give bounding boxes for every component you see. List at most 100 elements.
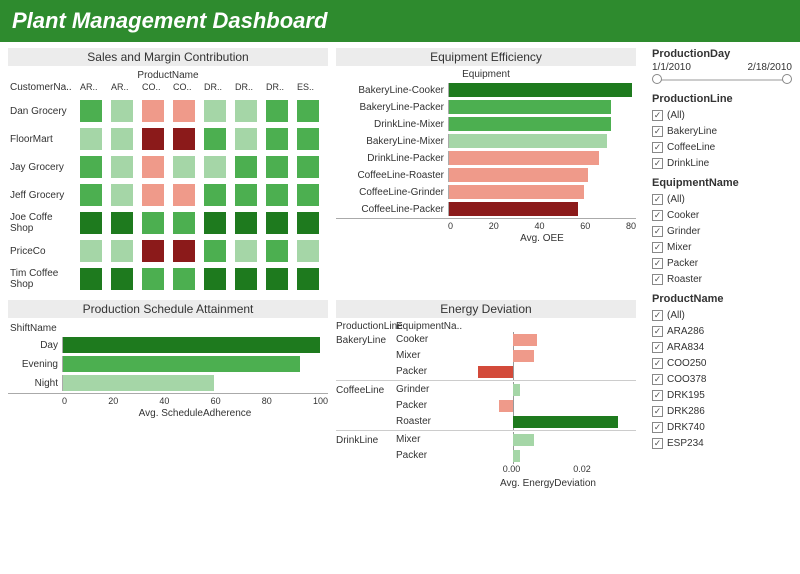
heatmap-col-header[interactable]: AR.. [80,82,107,96]
efficiency-row[interactable]: DrinkLine-Packer [336,150,636,166]
energy-row[interactable]: Mixer [336,348,636,363]
heatmap-cell[interactable] [173,268,195,290]
checkbox-icon[interactable]: ✓ [652,390,663,401]
heatmap-cell[interactable] [142,156,164,178]
heatmap-cell[interactable] [266,156,288,178]
efficiency-row[interactable]: BakeryLine-Mixer [336,133,636,149]
heatmap-cell[interactable] [173,128,195,150]
checkbox-icon[interactable]: ✓ [652,194,663,205]
filter-option[interactable]: ✓DRK286 [652,403,792,419]
heatmap-cell[interactable] [173,100,195,122]
energy-row[interactable]: DrinkLineMixer [336,432,636,447]
heatmap-row-header[interactable]: Jay Grocery [10,154,76,180]
filter-option[interactable]: ✓(All) [652,107,792,123]
heatmap-cell[interactable] [111,240,133,262]
heatmap-cell[interactable] [297,240,319,262]
heatmap-cell[interactable] [173,212,195,234]
filter-option[interactable]: ✓ARA834 [652,339,792,355]
schedule-row[interactable]: Night [8,374,328,392]
date-slider[interactable] [652,73,792,87]
heatmap-row-header[interactable]: Jeff Grocery [10,182,76,208]
heatmap-cell[interactable] [80,212,102,234]
filter-option[interactable]: ✓DRK195 [652,387,792,403]
filter-option[interactable]: ✓COO250 [652,355,792,371]
checkbox-icon[interactable]: ✓ [652,326,663,337]
efficiency-row[interactable]: CoffeeLine-Roaster [336,167,636,183]
heatmap-cell[interactable] [142,268,164,290]
checkbox-icon[interactable]: ✓ [652,310,663,321]
filter-option[interactable]: ✓DRK740 [652,419,792,435]
efficiency-bar[interactable] [449,185,584,199]
heatmap-row-header[interactable]: Tim Coffee Shop [10,266,76,292]
schedule-chart[interactable]: DayEveningNight [8,336,328,393]
heatmap-cell[interactable] [235,212,257,234]
filter-option[interactable]: ✓COO378 [652,371,792,387]
efficiency-row[interactable]: BakeryLine-Cooker [336,82,636,98]
filter-option[interactable]: ✓Roaster [652,271,792,287]
heatmap-cell[interactable] [204,212,226,234]
heatmap-cell[interactable] [111,268,133,290]
heatmap-cell[interactable] [111,100,133,122]
heatmap-col-header[interactable]: DR.. [266,82,293,96]
energy-row[interactable]: Packer [336,364,636,379]
heatmap-cell[interactable] [266,212,288,234]
heatmap-cell[interactable] [80,268,102,290]
energy-row[interactable]: Packer [336,448,636,463]
heatmap-row-header[interactable]: PriceCo [10,238,76,264]
heatmap-cell[interactable] [235,156,257,178]
energy-row[interactable]: CoffeeLineGrinder [336,382,636,397]
checkbox-icon[interactable]: ✓ [652,158,663,169]
efficiency-row[interactable]: CoffeeLine-Grinder [336,184,636,200]
checkbox-icon[interactable]: ✓ [652,142,663,153]
filter-option[interactable]: ✓Grinder [652,223,792,239]
heatmap-cell[interactable] [80,100,102,122]
energy-row[interactable]: Packer [336,398,636,413]
efficiency-bar[interactable] [449,134,607,148]
checkbox-icon[interactable]: ✓ [652,126,663,137]
checkbox-icon[interactable]: ✓ [652,242,663,253]
heatmap-cell[interactable] [142,128,164,150]
filter-option[interactable]: ✓ARA286 [652,323,792,339]
filter-option[interactable]: ✓(All) [652,191,792,207]
filter-option[interactable]: ✓DrinkLine [652,155,792,171]
heatmap-cell[interactable] [173,156,195,178]
energy-bar[interactable] [513,450,520,462]
filter-option[interactable]: ✓(All) [652,307,792,323]
schedule-row[interactable]: Evening [8,355,328,373]
checkbox-icon[interactable]: ✓ [652,358,663,369]
filter-option[interactable]: ✓ESP234 [652,435,792,451]
heatmap-cell[interactable] [204,100,226,122]
energy-row[interactable]: Roaster [336,414,636,429]
heatmap-cell[interactable] [204,268,226,290]
heatmap-cell[interactable] [297,128,319,150]
heatmap-col-header[interactable]: CO.. [173,82,200,96]
efficiency-bar[interactable] [449,117,611,131]
efficiency-bar[interactable] [449,100,611,114]
checkbox-icon[interactable]: ✓ [652,110,663,121]
filter-option[interactable]: ✓CoffeeLine [652,139,792,155]
energy-row[interactable]: BakeryLineCooker [336,332,636,347]
heatmap-cell[interactable] [266,184,288,206]
heatmap-cell[interactable] [111,212,133,234]
heatmap-cell[interactable] [111,128,133,150]
heatmap-cell[interactable] [111,156,133,178]
energy-bar[interactable] [499,400,513,412]
checkbox-icon[interactable]: ✓ [652,274,663,285]
heatmap-cell[interactable] [266,268,288,290]
energy-bar[interactable] [478,366,513,378]
heatmap-cell[interactable] [80,240,102,262]
heatmap-cell[interactable] [142,100,164,122]
heatmap-cell[interactable] [235,184,257,206]
heatmap-cell[interactable] [204,128,226,150]
heatmap-grid[interactable]: CustomerNa..AR..AR..CO..CO..DR..DR..DR..… [8,82,328,292]
heatmap-cell[interactable] [80,156,102,178]
checkbox-icon[interactable]: ✓ [652,210,663,221]
energy-bar[interactable] [513,384,520,396]
energy-bar[interactable] [513,416,619,428]
efficiency-row[interactable]: CoffeeLine-Packer [336,201,636,217]
efficiency-bar[interactable] [449,168,588,182]
checkbox-icon[interactable]: ✓ [652,438,663,449]
efficiency-bar[interactable] [449,202,578,216]
heatmap-cell[interactable] [297,268,319,290]
checkbox-icon[interactable]: ✓ [652,342,663,353]
